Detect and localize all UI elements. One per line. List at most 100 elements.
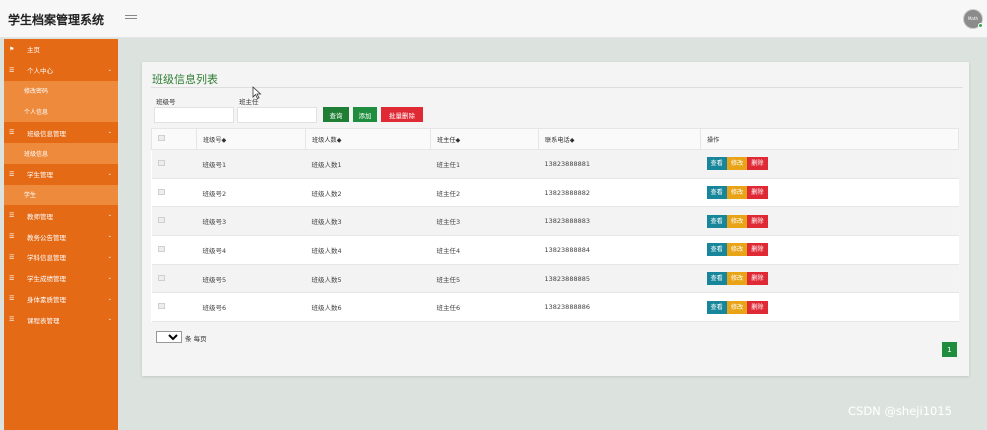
column-header-class-count[interactable]: 班级人数◆ bbox=[305, 128, 431, 150]
sidebar-item-class-info[interactable]: 班级信息 bbox=[4, 142, 118, 164]
edit-button[interactable]: 修改 bbox=[726, 300, 748, 314]
menu-toggle-icon[interactable] bbox=[125, 13, 137, 23]
sidebar-item-label: 个人信息 bbox=[24, 109, 49, 117]
cell-actions: 查看 修改 删除 bbox=[700, 177, 959, 208]
sidebar-item-notice-management[interactable]: ☰ 教务公告管理 ⌄ bbox=[4, 226, 118, 247]
menu-icon: ☰ bbox=[9, 66, 15, 74]
cell-class-count: 班级人数2 bbox=[305, 177, 431, 208]
search-button[interactable]: 查询 bbox=[323, 107, 349, 122]
row-checkbox[interactable] bbox=[157, 303, 165, 310]
app-title: 学生档案管理系统 bbox=[8, 13, 105, 27]
sidebar-item-label: 学生成绩管理 bbox=[27, 275, 66, 284]
sidebar-item-change-password[interactable]: 修改密码 bbox=[4, 80, 118, 102]
sidebar-item-label: 班级信息 bbox=[24, 150, 49, 158]
cell-class-no: 班级号3 bbox=[196, 206, 306, 237]
cell-phone: 13823888886 bbox=[538, 292, 701, 323]
cell-class-count: 班级人数4 bbox=[305, 235, 431, 265]
class-no-label: 班级号 bbox=[156, 98, 176, 106]
table-row: 班级号1 班级人数1 班主任1 13823888881 查看 修改 删除 bbox=[151, 149, 959, 179]
sidebar-item-subject-management[interactable]: ☰ 学科信息管理 ⌄ bbox=[4, 247, 118, 268]
sidebar-item-class-management[interactable]: ☰ 班级信息管理 ⌄ bbox=[4, 122, 118, 143]
column-header-teacher[interactable]: 班主任◆ bbox=[430, 128, 539, 150]
page-button-1[interactable]: 1 bbox=[942, 342, 957, 357]
view-button[interactable]: 查看 bbox=[706, 272, 727, 286]
menu-icon: ☰ bbox=[9, 253, 15, 261]
select-all-checkbox[interactable] bbox=[158, 135, 165, 141]
sidebar-item-student-management[interactable]: ☰ 学生管理 ⌄ bbox=[4, 164, 118, 185]
select-all-header[interactable] bbox=[151, 128, 197, 150]
cell-class-count: 班级人数6 bbox=[305, 292, 431, 323]
cell-phone: 13823888884 bbox=[538, 235, 701, 265]
cell-teacher: 班主任4 bbox=[430, 235, 539, 265]
cell-actions: 查看 修改 删除 bbox=[700, 206, 959, 237]
sidebar-item-schedule-management[interactable]: ☰ 课程表管理 ⌄ bbox=[4, 309, 118, 330]
cell-teacher: 班主任2 bbox=[430, 177, 539, 208]
page-title: 班级信息列表 bbox=[152, 73, 218, 86]
flag-icon: ⚑ bbox=[9, 45, 15, 53]
table-row: 班级号6 班级人数6 班主任6 13823888886 查看 修改 删除 bbox=[151, 292, 959, 323]
sidebar: ⚑ 主页 ☰ 个人中心 ⌄ 修改密码 个人信息 ☰ 班级信息管理 ⌄ 班级信息 … bbox=[4, 39, 118, 430]
chevron-down-icon: ⌄ bbox=[107, 212, 112, 219]
view-button[interactable]: 查看 bbox=[706, 243, 727, 257]
cell-actions: 查看 修改 删除 bbox=[700, 263, 959, 294]
table-row: 班级号4 班级人数4 班主任4 13823888884 查看 修改 删除 bbox=[151, 235, 959, 265]
sidebar-item-teacher-management[interactable]: ☰ 教师管理 ⌄ bbox=[4, 205, 118, 226]
delete-button[interactable]: 删除 bbox=[747, 157, 768, 171]
row-checkbox[interactable] bbox=[157, 245, 165, 252]
cell-class-no: 班级号1 bbox=[196, 149, 306, 179]
cell-phone: 13823888883 bbox=[538, 206, 701, 237]
view-button[interactable]: 查看 bbox=[706, 214, 727, 228]
menu-icon: ☰ bbox=[9, 316, 15, 324]
edit-button[interactable]: 修改 bbox=[726, 272, 748, 286]
sidebar-item-grade-management[interactable]: ☰ 学生成绩管理 ⌄ bbox=[4, 268, 118, 289]
per-page-label: 条 每页 bbox=[185, 335, 207, 343]
cell-class-count: 班级人数1 bbox=[305, 149, 431, 179]
menu-icon: ☰ bbox=[9, 212, 15, 220]
sidebar-item-student[interactable]: 学生 bbox=[4, 184, 118, 206]
table-header-row: 班级号◆ 班级人数◆ 班主任◆ 联系电话◆ 操作 bbox=[151, 128, 959, 150]
menu-icon: ☰ bbox=[9, 170, 15, 178]
sidebar-item-personal-center[interactable]: ☰ 个人中心 ⌄ bbox=[4, 60, 118, 81]
column-header-phone[interactable]: 联系电话◆ bbox=[538, 128, 701, 150]
cell-teacher: 班主任6 bbox=[430, 292, 539, 323]
view-button[interactable]: 查看 bbox=[706, 157, 727, 171]
teacher-input[interactable] bbox=[237, 107, 317, 123]
chevron-down-icon: ⌄ bbox=[107, 274, 112, 281]
title-divider bbox=[151, 87, 963, 88]
sidebar-item-label: 课程表管理 bbox=[27, 316, 60, 325]
batch-delete-button[interactable]: 批量删除 bbox=[381, 107, 423, 122]
chevron-down-icon: ⌄ bbox=[107, 316, 112, 323]
cell-class-count: 班级人数5 bbox=[305, 263, 431, 294]
row-checkbox[interactable] bbox=[157, 188, 165, 195]
delete-button[interactable]: 删除 bbox=[747, 214, 768, 228]
view-button[interactable]: 查看 bbox=[706, 300, 727, 314]
delete-button[interactable]: 删除 bbox=[747, 186, 768, 200]
edit-button[interactable]: 修改 bbox=[726, 243, 748, 257]
add-button[interactable]: 添加 bbox=[353, 107, 377, 122]
delete-button[interactable]: 删除 bbox=[747, 243, 768, 257]
edit-button[interactable]: 修改 bbox=[726, 186, 748, 200]
row-checkbox[interactable] bbox=[157, 274, 165, 281]
content-panel: 班级信息列表 班级号 班主任 查询 添加 批量删除 班级号◆ 班级人数◆ 班主任… bbox=[142, 62, 969, 376]
delete-button[interactable]: 删除 bbox=[747, 272, 768, 286]
cell-phone: 13823888882 bbox=[538, 177, 701, 208]
cell-class-no: 班级号4 bbox=[196, 235, 306, 265]
sidebar-item-label: 学科信息管理 bbox=[27, 254, 66, 263]
menu-icon: ☰ bbox=[9, 233, 15, 241]
sidebar-item-fitness-management[interactable]: ☰ 身体素质管理 ⌄ bbox=[4, 289, 118, 310]
class-no-input[interactable] bbox=[154, 107, 234, 123]
page-size-select[interactable]: 10 bbox=[156, 331, 182, 343]
view-button[interactable]: 查看 bbox=[706, 186, 727, 200]
edit-button[interactable]: 修改 bbox=[726, 157, 748, 171]
delete-button[interactable]: 删除 bbox=[747, 300, 768, 314]
row-checkbox[interactable] bbox=[157, 217, 165, 224]
sidebar-item-personal-info[interactable]: 个人信息 bbox=[4, 101, 118, 123]
avatar[interactable]: Math bbox=[963, 9, 983, 29]
edit-button[interactable]: 修改 bbox=[726, 214, 748, 228]
row-checkbox[interactable] bbox=[157, 159, 165, 166]
menu-icon: ☰ bbox=[9, 274, 15, 282]
chevron-down-icon: ⌄ bbox=[107, 170, 112, 177]
sidebar-item-home[interactable]: ⚑ 主页 bbox=[4, 39, 118, 60]
menu-icon: ☰ bbox=[9, 295, 15, 303]
column-header-class-no[interactable]: 班级号◆ bbox=[196, 128, 306, 150]
